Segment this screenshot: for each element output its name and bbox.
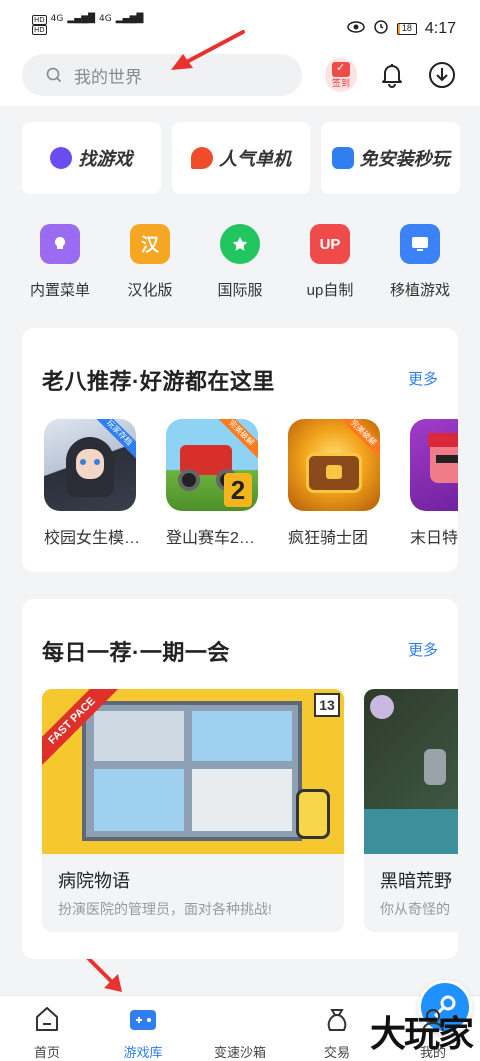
- tab-game-library[interactable]: 游戏库: [108, 1004, 178, 1061]
- section-title: 每日一荐·一期一会: [42, 640, 230, 665]
- chinese-icon: 汉: [130, 224, 170, 264]
- game-item[interactable]: 末日特攻: [410, 419, 458, 548]
- checkin-label: 签到: [331, 77, 350, 88]
- search-bar[interactable]: 我的世界: [22, 54, 302, 96]
- category-ported-games[interactable]: 移植游戏: [378, 224, 462, 300]
- more-link[interactable]: 更多: [408, 368, 438, 389]
- game-item[interactable]: 完美破解 疯狂骑士团: [288, 419, 380, 548]
- quick-links: 找游戏 人气单机 免安装秒玩: [22, 122, 461, 194]
- category-international[interactable]: 国际服: [198, 224, 282, 300]
- tab-trade[interactable]: 交易: [302, 1004, 372, 1061]
- feature-image-dark-wilderness: [364, 689, 458, 854]
- download-button[interactable]: [427, 60, 457, 95]
- money-bag-icon: [327, 1009, 347, 1031]
- game-item[interactable]: 2 完美破解 登山赛车2…: [166, 419, 258, 548]
- search-icon: [46, 67, 62, 83]
- category-chinese-version[interactable]: 汉 汉化版: [108, 224, 192, 300]
- checkin-button[interactable]: 签到: [325, 58, 357, 92]
- quick-link-find-games[interactable]: 找游戏: [22, 122, 161, 194]
- home-icon: [36, 1007, 58, 1031]
- status-bar: HD 4G ▂▄▆█ 4G ▂▄▆█ HD 18 4:17: [0, 0, 480, 52]
- episode-badge: 13: [314, 693, 340, 717]
- top-header: 我的世界 签到: [0, 52, 480, 106]
- game-list: 玩家存档 校园女生模… 2 完美破解 登山赛车2… 完美破解 疯狂骑士团 末日特: [44, 419, 458, 548]
- bell-icon: [382, 64, 402, 88]
- tab-home[interactable]: 首页: [12, 1004, 82, 1061]
- flame-icon: [191, 147, 213, 169]
- globe-icon: [220, 224, 260, 264]
- battery-icon: 18: [396, 22, 417, 35]
- game-icon-hill-climb: 2 完美破解: [166, 419, 258, 511]
- recommend-section: 老八推荐·好游都在这里 更多 玩家存档 校园女生模… 2 完美破解 登山赛车2…: [22, 328, 458, 572]
- menu-icon: [40, 224, 80, 264]
- game-library-icon: [130, 1010, 156, 1030]
- notification-button[interactable]: [378, 60, 406, 93]
- game-icon-crazy-knights: 完美破解: [288, 419, 380, 511]
- download-icon: [429, 62, 455, 88]
- clock-time: 4:17: [424, 19, 456, 37]
- feature-card[interactable]: FAST PACE 13 病院物语 扮演医院的管理员，面对各种挑战!: [42, 689, 344, 932]
- category-up-original[interactable]: UP up自制: [288, 224, 372, 300]
- more-link[interactable]: 更多: [408, 639, 438, 660]
- alarm-icon: [373, 18, 389, 39]
- port-icon: [400, 224, 440, 264]
- feature-image-hospital: FAST PACE 13: [42, 689, 344, 854]
- category-built-in-menu[interactable]: 内置菜单: [18, 224, 102, 300]
- game-icon-doomsday-commando: [410, 419, 458, 511]
- search-placeholder: 我的世界: [74, 67, 142, 87]
- daily-pick-section: 每日一荐·一期一会 更多 FAST PACE 13 病院物语 扮演医院的管理员，…: [22, 599, 458, 959]
- eye-icon: [347, 20, 365, 38]
- bottom-tab-bar: 首页 游戏库 变速沙箱 交易 我的 大玩家: [0, 980, 480, 1061]
- quick-link-instant-play[interactable]: 免安装秒玩: [321, 122, 461, 194]
- game-item[interactable]: 玩家存档 校园女生模…: [44, 419, 140, 548]
- pacman-icon: [50, 147, 73, 169]
- feature-list: FAST PACE 13 病院物语 扮演医院的管理员，面对各种挑战! 黑暗荒野 …: [42, 689, 458, 932]
- watermark: 大玩家: [369, 1013, 474, 1055]
- up-icon: UP: [310, 224, 350, 264]
- status-right: 18 4:17: [347, 18, 456, 39]
- tab-speed-sandbox[interactable]: 变速沙箱: [205, 980, 472, 1061]
- gamepad-icon: [331, 147, 354, 169]
- category-row: 内置菜单 汉 汉化版 国际服 UP up自制 移植游戏: [18, 224, 462, 300]
- signal-indicators: HD 4G ▂▄▆█ 4G ▂▄▆█ HD: [32, 14, 144, 35]
- game-icon-school-girl: 玩家存档: [44, 419, 136, 511]
- quick-link-popular-offline[interactable]: 人气单机: [171, 122, 311, 194]
- calendar-check-icon: [332, 61, 350, 77]
- section-title: 老八推荐·好游都在这里: [42, 369, 275, 394]
- feature-card[interactable]: 黑暗荒野 你从奇怪的: [364, 689, 458, 932]
